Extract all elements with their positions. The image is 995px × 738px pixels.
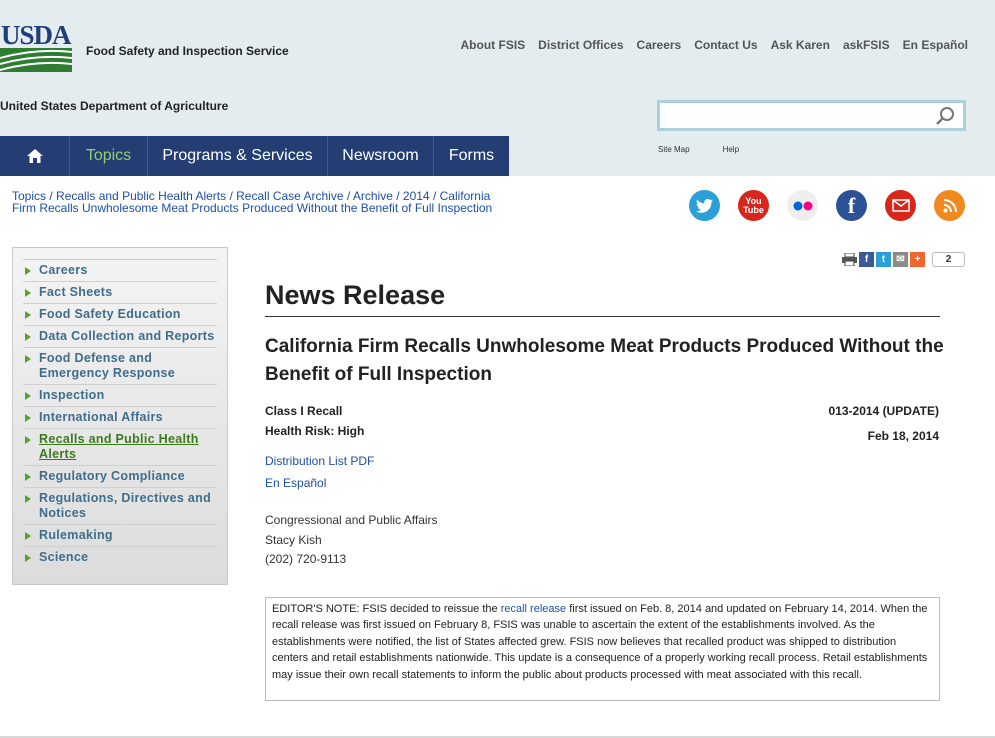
sidebar-item-fact-sheets[interactable]: Fact Sheets — [23, 281, 217, 303]
sidebar-item-regulations[interactable]: Regulations, Directives and Notices — [23, 487, 217, 524]
search-icon[interactable] — [935, 106, 955, 126]
contact-name: Stacy Kish — [265, 532, 322, 547]
search-sub-links: Site Map Help — [658, 145, 739, 154]
note-text-before: EDITOR'S NOTE: FSIS decided to reissue t… — [272, 603, 501, 615]
util-link-careers[interactable]: Careers — [637, 38, 682, 52]
sidebar-item-careers[interactable]: Careers — [23, 259, 217, 281]
sidebar-item-rulemaking[interactable]: Rulemaking — [23, 524, 217, 546]
share-more-icon[interactable]: + — [910, 252, 925, 267]
recall-class: Class I Recall — [265, 404, 343, 418]
site-map-link[interactable]: Site Map — [658, 145, 690, 154]
share-twitter-icon[interactable]: t — [876, 252, 891, 267]
util-link-district-offices[interactable]: District Offices — [538, 38, 623, 52]
print-icon[interactable] — [842, 252, 857, 267]
main-nav: Topics Programs & Services Newsroom Form… — [0, 136, 509, 176]
share-bar: f t ✉ + 2 — [842, 252, 965, 267]
sidebar-item-international-affairs[interactable]: International Affairs — [23, 406, 217, 428]
page-title: News Release — [265, 280, 940, 317]
site-header: USDA Food Safety and Inspection Service … — [0, 0, 995, 176]
help-link[interactable]: Help — [723, 145, 739, 154]
contact-office: Congressional and Public Affairs — [265, 513, 438, 527]
contact-info: Congressional and Public Affairs Stacy K… — [265, 511, 438, 570]
logo-text: USDA — [1, 20, 72, 50]
breadcrumb: Topics / Recalls and Public Health Alert… — [12, 189, 493, 215]
nav-topics[interactable]: Topics — [70, 136, 148, 176]
nav-newsroom[interactable]: Newsroom — [328, 136, 434, 176]
en-espanol-link[interactable]: En Español — [265, 476, 326, 490]
logo-field-graphic — [0, 48, 72, 72]
health-risk: Health Risk: High — [265, 424, 365, 438]
share-email-icon[interactable]: ✉ — [893, 252, 908, 267]
facebook-icon[interactable]: f — [836, 190, 867, 221]
util-link-askfsis[interactable]: askFSIS — [843, 38, 890, 52]
search-input[interactable] — [660, 103, 930, 128]
sidebar-item-food-defense[interactable]: Food Defense and Emergency Response — [23, 347, 217, 384]
util-link-contact-us[interactable]: Contact Us — [694, 38, 757, 52]
home-icon — [26, 149, 43, 163]
release-date: Feb 18, 2014 — [867, 429, 939, 443]
share-facebook-icon[interactable]: f — [859, 252, 874, 267]
rss-icon[interactable] — [934, 190, 965, 221]
editors-note: EDITOR'S NOTE: FSIS decided to reissue t… — [265, 597, 940, 701]
recall-release-link[interactable]: recall release — [501, 603, 566, 615]
util-link-en-espanol[interactable]: En Español — [903, 38, 968, 52]
usda-logo[interactable]: USDA — [0, 20, 72, 72]
util-link-ask-karen[interactable]: Ask Karen — [771, 38, 830, 52]
agency-name: Food Safety and Inspection Service — [86, 44, 289, 58]
utility-nav: About FSIS District Offices Careers Cont… — [461, 38, 969, 52]
department-name: United States Department of Agriculture — [0, 99, 229, 113]
release-number: 013-2014 (UPDATE) — [828, 404, 939, 418]
contact-phone: (202) 720-9113 — [265, 552, 347, 566]
sidebar-item-inspection[interactable]: Inspection — [23, 384, 217, 406]
distribution-list-link[interactable]: Distribution List PDF — [265, 454, 374, 468]
search-box — [657, 100, 966, 131]
youtube-icon[interactable]: You Tube — [738, 190, 769, 221]
flickr-icon[interactable] — [787, 190, 818, 221]
social-links: You Tube f — [689, 190, 965, 221]
nav-home[interactable] — [0, 136, 70, 176]
sidebar-item-food-safety-education[interactable]: Food Safety Education — [23, 303, 217, 325]
sidebar-item-recalls[interactable]: Recalls and Public Health Alerts — [23, 428, 217, 465]
twitter-icon[interactable] — [689, 190, 720, 221]
nav-forms[interactable]: Forms — [434, 136, 509, 176]
email-icon[interactable] — [885, 190, 916, 221]
share-count: 2 — [932, 252, 965, 267]
sidebar-item-science[interactable]: Science — [23, 546, 217, 568]
sidebar: Careers Fact Sheets Food Safety Educatio… — [12, 247, 228, 585]
article-headline: California Firm Recalls Unwholesome Meat… — [265, 336, 944, 385]
util-link-about-fsis[interactable]: About FSIS — [461, 38, 526, 52]
sidebar-item-data-collection[interactable]: Data Collection and Reports — [23, 325, 217, 347]
sidebar-nav: Careers Fact Sheets Food Safety Educatio… — [23, 259, 217, 568]
nav-programs-services[interactable]: Programs & Services — [148, 136, 328, 176]
sidebar-item-regulatory-compliance[interactable]: Regulatory Compliance — [23, 465, 217, 487]
